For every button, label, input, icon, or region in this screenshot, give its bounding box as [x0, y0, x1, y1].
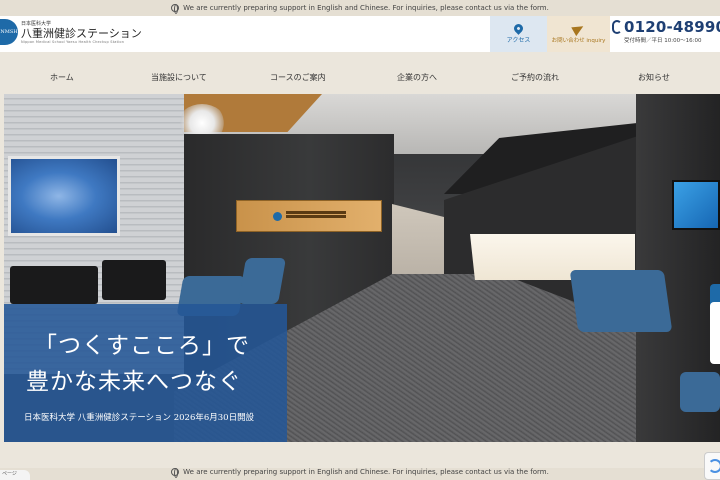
access-button[interactable]: アクセス: [490, 16, 547, 52]
nav-item-corporate[interactable]: 企業の方へ: [397, 72, 437, 83]
site-logo[interactable]: NMSH 日本医科大学 八重洲健診ステーション Nippon Medical S…: [0, 19, 142, 45]
nav-item-about[interactable]: 当施設について: [151, 72, 207, 83]
nav-item-news[interactable]: お知らせ: [638, 72, 670, 83]
access-label: アクセス: [506, 37, 531, 44]
logo-text: 日本医科大学 八重洲健診ステーション Nippon Medical School…: [21, 20, 142, 44]
notice-bar: We are currently preparing support in En…: [0, 0, 720, 16]
hero-image: 「つくすこころ」で 豊かな未来へつなぐ 日本医科大学 八重洲健診ステーション 2…: [4, 94, 720, 442]
phone-hours: 受付時間／平日 10:00～16:00: [624, 38, 702, 44]
nav-item-reservation[interactable]: ご予約の流れ: [511, 72, 559, 83]
hero-subline: 日本医科大学 八重洲健診ステーション 2026年6月30日開設: [24, 413, 255, 423]
hero-chair: [680, 372, 720, 412]
hero-chair: [237, 258, 287, 304]
page-spacer: [0, 442, 720, 468]
logo-english-name: Nippon Medical School Yaesu Health Check…: [21, 40, 125, 44]
hero-chair: [569, 270, 673, 332]
sign-logo-icon: [272, 211, 282, 221]
notice-text: We are currently preparing support in En…: [183, 4, 549, 12]
recaptcha-icon[interactable]: [704, 452, 720, 480]
hero-aquarium: [672, 180, 720, 230]
hero-artwork: [8, 156, 120, 236]
phone-icon: [612, 20, 622, 34]
nav-item-home[interactable]: ホーム: [50, 72, 74, 83]
phone-number[interactable]: 0120-489900: [624, 18, 720, 36]
paper-plane-icon: [571, 21, 586, 37]
notice-bar-bottom: We are currently preparing support in En…: [0, 468, 720, 480]
hero-caption-box: 「つくすこころ」で 豊かな未来へつなぐ 日本医科大学 八重洲健診ステーション 2…: [4, 304, 287, 442]
hero-sofa: [102, 260, 166, 300]
globe-icon: [171, 4, 180, 14]
nav-item-courses[interactable]: コースのご案内: [270, 72, 326, 83]
logo-university: 日本医科大学: [21, 21, 52, 27]
hero-headline-1: 「つくすこころ」で: [34, 333, 250, 359]
map-pin-icon: [512, 22, 525, 35]
bottom-left-tab[interactable]: ページ: [0, 470, 30, 480]
hero-sign-panel: [236, 200, 382, 232]
site-header: NMSH 日本医科大学 八重洲健診ステーション Nippon Medical S…: [0, 16, 720, 52]
hero-headline-2: 豊かな未来へつなぐ: [26, 369, 242, 395]
hero-sofa: [10, 266, 98, 304]
logo-facility-name: 八重洲健診ステーション: [21, 27, 142, 40]
global-nav: ホーム 当施設について コースのご案内 企業の方へ ご予約の流れ お知らせ: [0, 62, 720, 92]
inquiry-button[interactable]: お問い合わせ inquiry: [547, 16, 610, 52]
inquiry-label: お問い合わせ inquiry: [551, 38, 606, 44]
side-tab[interactable]: [710, 302, 720, 364]
globe-icon: [171, 468, 180, 478]
logo-mark: NMSH: [0, 19, 18, 45]
phone-contact[interactable]: 0120-489900 受付時間／平日 10:00～16:00: [612, 18, 720, 44]
notice-text-bottom: We are currently preparing support in En…: [183, 468, 549, 476]
